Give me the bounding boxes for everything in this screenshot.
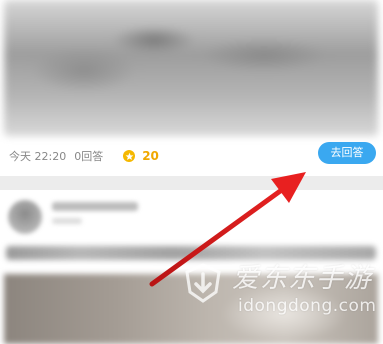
watermark-title: 爱东东手游	[232, 263, 372, 294]
site-watermark: 爱东东手游 idongdong.com	[180, 236, 376, 326]
go-answer-button[interactable]: 去回答	[318, 142, 376, 164]
watermark-domain: idongdong.com	[238, 296, 377, 316]
reward-coins: 20	[142, 149, 159, 163]
card-divider	[0, 176, 383, 190]
user-subtitle-blurred	[52, 218, 82, 224]
user-name-blurred	[52, 202, 138, 211]
download-shield-logo-icon	[185, 263, 221, 303]
answer-count: 0回答	[74, 150, 104, 163]
question-meta: 今天 22:20 0回答 20	[9, 146, 159, 166]
star-coin-icon	[123, 150, 136, 162]
question-card[interactable]: 今天 22:20 0回答 20 去回答	[0, 0, 383, 176]
question-image-blurred	[4, 0, 378, 136]
question-feed-screen: 今天 22:20 0回答 20 去回答 爱东东手游 idongdong.com	[0, 0, 383, 344]
post-time: 今天 22:20	[9, 150, 67, 163]
avatar[interactable]	[8, 200, 42, 234]
reward: 20	[123, 149, 159, 163]
